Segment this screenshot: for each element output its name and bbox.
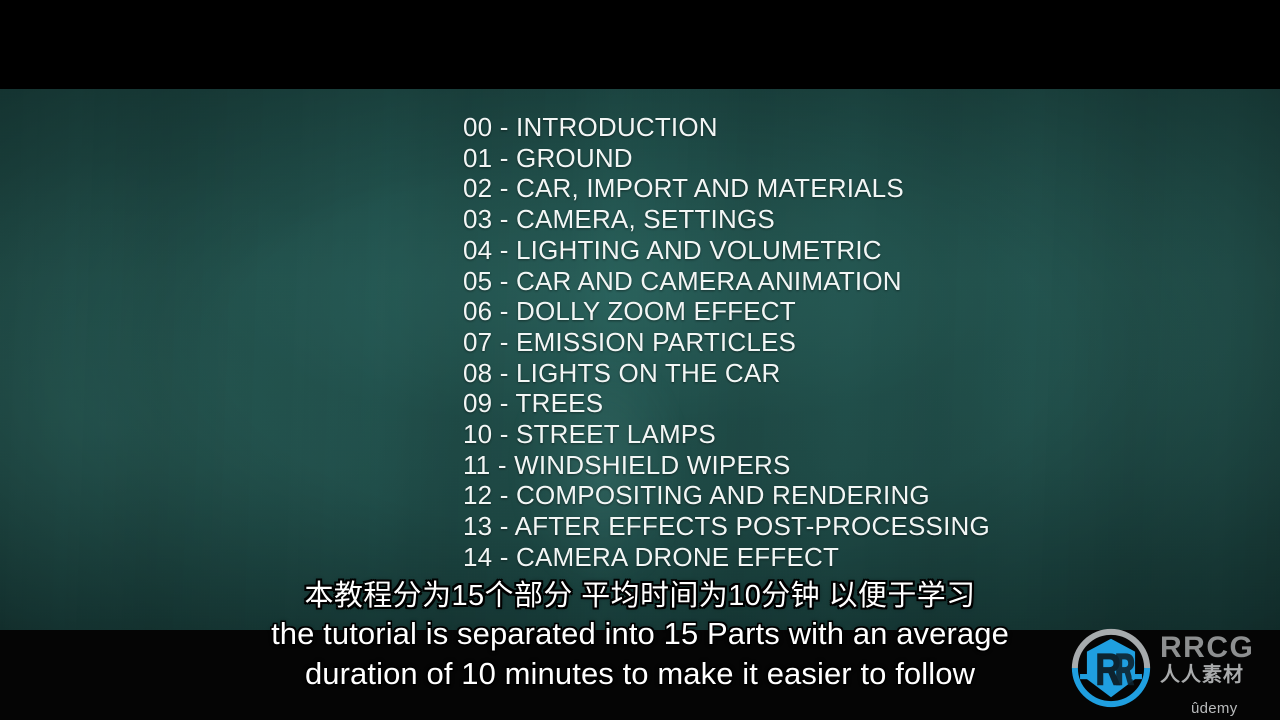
chapter-list-item: 12 - COMPOSITING AND RENDERING — [463, 480, 930, 511]
chapter-list-item: 02 - CAR, IMPORT AND MATERIALS — [463, 173, 904, 204]
watermark-brand-cn: 人人素材 — [1160, 664, 1244, 686]
watermark-brand: RRCG — [1160, 631, 1255, 664]
chapter-list-item: 01 - GROUND — [463, 142, 633, 173]
chapter-list-item: 07 - EMISSION PARTICLES — [463, 326, 797, 357]
chapter-list-item: 04 - LIGHTING AND VOLUMETRIC — [463, 234, 882, 265]
letterbox-bar-top — [0, 0, 1280, 89]
chapter-list-item: 11 - WINDSHIELD WIPERS — [463, 449, 791, 480]
chapter-list-item: 08 - LIGHTS ON THE CAR — [463, 357, 781, 388]
chapter-list-item: 10 - STREET LAMPS — [463, 419, 716, 450]
watermark: RRCG 人人素材 ûdemy — [1068, 622, 1280, 720]
rrcg-shield-logo-icon — [1071, 628, 1151, 708]
chapter-list-item: 05 - CAR AND CAMERA ANIMATION — [463, 265, 902, 296]
course-chapter-list: 00 - INTRODUCTION 01 - GROUND 02 - CAR, … — [463, 112, 990, 573]
chapter-list-item: 09 - TREES — [463, 388, 604, 419]
chapter-list-item: 00 - INTRODUCTION — [463, 112, 718, 142]
watermark-text-group: RRCG 人人素材 — [1160, 631, 1255, 687]
subtitle-line-chinese: 本教程分为15个部分 平均时间为10分钟 以便于学习 — [304, 580, 976, 612]
chapter-list-item: 14 - CAMERA DRONE EFFECT — [463, 541, 840, 572]
video-player-frame: 00 - INTRODUCTION 01 - GROUND 02 - CAR, … — [0, 0, 1280, 720]
watermark-platform-label: ûdemy — [1191, 700, 1238, 717]
chapter-list-item: 13 - AFTER EFFECTS POST-PROCESSING — [463, 511, 990, 542]
chapter-list-item: 03 - CAMERA, SETTINGS — [463, 204, 775, 235]
chapter-list-item: 06 - DOLLY ZOOM EFFECT — [463, 296, 796, 327]
